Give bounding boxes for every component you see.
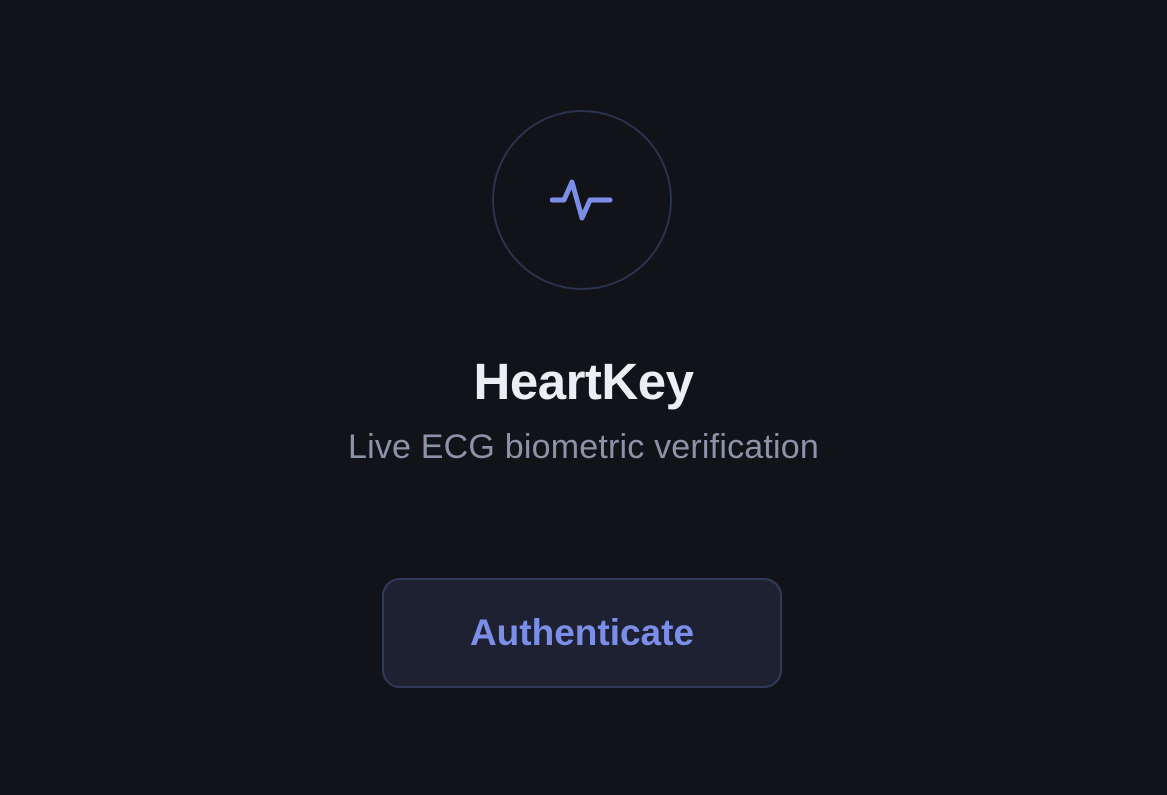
heartbeat-pulse-icon [550, 179, 613, 221]
logo-circle [492, 110, 672, 290]
authenticate-button[interactable]: Authenticate [382, 578, 782, 688]
app-subtitle: Live ECG biometric verification [347, 428, 820, 466]
app-title: HeartKey [473, 353, 694, 410]
authenticate-button-label: Authenticate [469, 612, 695, 653]
